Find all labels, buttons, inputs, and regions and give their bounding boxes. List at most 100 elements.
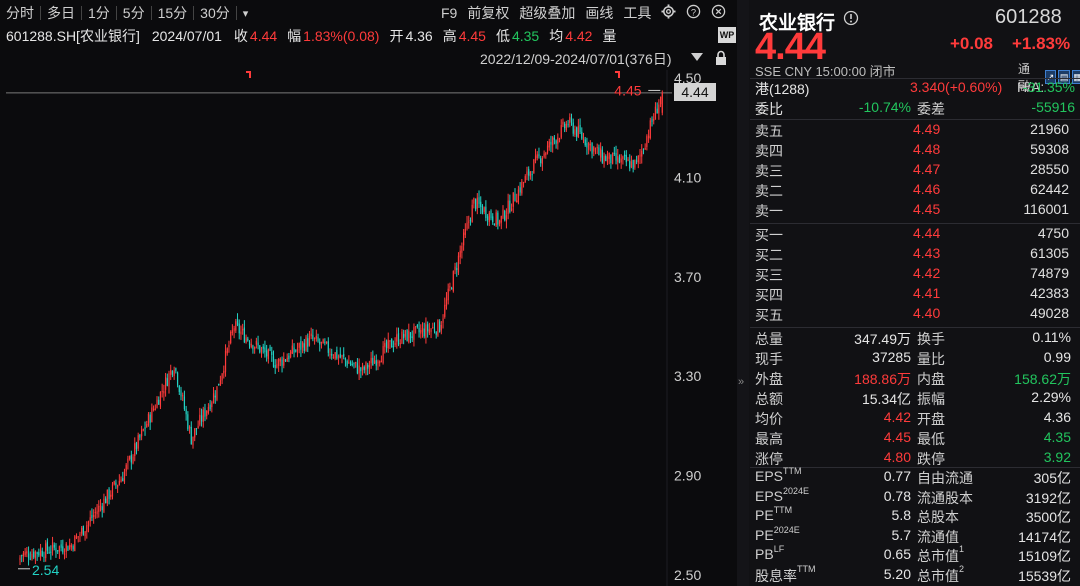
candle-body	[409, 332, 412, 338]
f9-button[interactable]: F9	[436, 5, 462, 21]
bid-row[interactable]: 买三 4.42 74879	[755, 265, 1075, 285]
event-flag-icon[interactable]	[615, 71, 620, 78]
candle-body	[516, 200, 518, 203]
panel-divider	[750, 119, 1080, 120]
collapse-chevron-icon[interactable]: »	[738, 376, 744, 388]
ask-row[interactable]: 卖三 4.47 28550	[755, 161, 1075, 181]
candle-body	[548, 141, 550, 148]
candle-body	[358, 365, 360, 374]
open-label: 开	[389, 28, 404, 44]
stat-label: 开盘	[917, 411, 945, 427]
candle-body	[158, 399, 160, 405]
bid-price: 4.41	[913, 285, 941, 301]
candle-body	[533, 159, 535, 174]
candle-body	[46, 541, 49, 551]
candle-body	[572, 122, 574, 134]
candle-body	[567, 124, 569, 126]
candle-body	[411, 336, 413, 338]
candle-body	[48, 552, 50, 554]
candle-body	[312, 335, 314, 340]
ask-row[interactable]: 卖二 4.46 62442	[755, 181, 1075, 201]
candle-body	[403, 334, 405, 339]
candle-body	[27, 553, 30, 559]
candle-body	[361, 365, 364, 370]
close-icon[interactable]	[706, 4, 731, 22]
period-tab-fenshi[interactable]: 分时	[0, 3, 40, 23]
stat-value: 0.11%	[1032, 329, 1071, 345]
draw-line-button[interactable]: 画线	[580, 3, 618, 23]
candle-body	[183, 396, 186, 410]
candle-body	[651, 118, 653, 123]
ask-row[interactable]: 卖四 4.48 59308	[755, 141, 1075, 161]
candle-body	[644, 147, 646, 150]
candle-body	[178, 385, 180, 392]
candle-body	[89, 517, 91, 522]
fundamental-row: EPS2024E 0.78 流通股本 3192亿	[755, 486, 1075, 508]
candle-body	[543, 153, 545, 157]
candle-body	[617, 155, 619, 163]
candle-body	[517, 189, 520, 203]
fundamental-label-text: EPS	[755, 468, 784, 484]
ask-row[interactable]: 卖五 4.49 21960	[755, 121, 1075, 141]
hk-label: 港(1288)	[755, 81, 810, 97]
candle-body	[137, 435, 139, 449]
gear-icon[interactable]	[656, 4, 681, 22]
candle-body	[603, 155, 605, 164]
low-label: 低	[495, 28, 510, 44]
candle-body	[377, 361, 379, 364]
lock-icon[interactable]	[713, 50, 729, 71]
period-tab-15min[interactable]: 15分	[152, 3, 194, 23]
tools-button[interactable]: 工具	[618, 3, 656, 23]
bid-price: 4.44	[913, 225, 941, 241]
period-tab-multiday[interactable]: 多日	[41, 3, 81, 23]
overlay-button[interactable]: 超级叠加	[514, 3, 580, 23]
candle-body	[473, 197, 475, 204]
candle-body	[488, 212, 490, 222]
candle-body	[141, 429, 143, 437]
fundamental-label: 总市值1	[917, 544, 964, 566]
bid-row[interactable]: 买二 4.43 61305	[755, 245, 1075, 265]
candle-body	[324, 341, 326, 344]
period-tab-30min[interactable]: 30分	[194, 3, 236, 23]
candle-body	[207, 406, 210, 413]
candle-body	[344, 358, 347, 361]
ask-label: 卖二	[755, 183, 783, 199]
candle-body	[151, 407, 153, 423]
candlestick-chart[interactable]: 4.504.103.703.302.902.504.452.54	[0, 70, 737, 586]
candle-body	[627, 159, 629, 162]
range-dropdown-icon[interactable]	[690, 50, 704, 68]
period-dropdown-icon[interactable]: ▾	[237, 7, 255, 20]
period-tab-1min[interactable]: 1分	[82, 3, 116, 23]
bid-price: 4.42	[913, 265, 941, 281]
bid-row[interactable]: 买一 4.44 4750	[755, 225, 1075, 245]
ask-price: 4.49	[913, 121, 941, 137]
candle-body	[332, 356, 335, 358]
stat-value: 347.49万	[854, 331, 911, 347]
bid-row[interactable]: 买五 4.40 49028	[755, 305, 1075, 325]
candle-body	[144, 427, 146, 429]
adjust-forward-button[interactable]: 前复权	[462, 3, 514, 23]
fundamental-value: 0.77	[883, 468, 911, 484]
candle-body	[36, 552, 38, 555]
candle-body	[142, 429, 144, 431]
fundamental-label: 自由流通	[917, 468, 973, 488]
panel-collapse-bar[interactable]: »	[737, 0, 749, 586]
ask-row[interactable]: 卖一 4.45 116001	[755, 201, 1075, 221]
quote-info-row: 601288.SH[农业银行] 2024/07/01 收 4.44 幅 1.83…	[0, 26, 740, 46]
event-flag-icon[interactable]	[246, 71, 251, 78]
candle-body	[243, 327, 245, 343]
bid-row[interactable]: 买四 4.41 42383	[755, 285, 1075, 305]
candle-body	[87, 521, 90, 526]
candle-body	[558, 138, 561, 140]
info-icon[interactable]	[843, 10, 859, 31]
candle-body	[41, 550, 43, 557]
wp-icon[interactable]: WP	[718, 27, 736, 43]
help-icon[interactable]: ?	[681, 4, 706, 22]
period-tab-5min[interactable]: 5分	[117, 3, 151, 23]
candle-body	[490, 210, 492, 219]
candle-body	[206, 410, 208, 417]
y-tick-label: 3.30	[674, 368, 701, 384]
candle-body	[134, 443, 136, 456]
candle-body	[72, 545, 74, 550]
candle-body	[123, 471, 126, 483]
